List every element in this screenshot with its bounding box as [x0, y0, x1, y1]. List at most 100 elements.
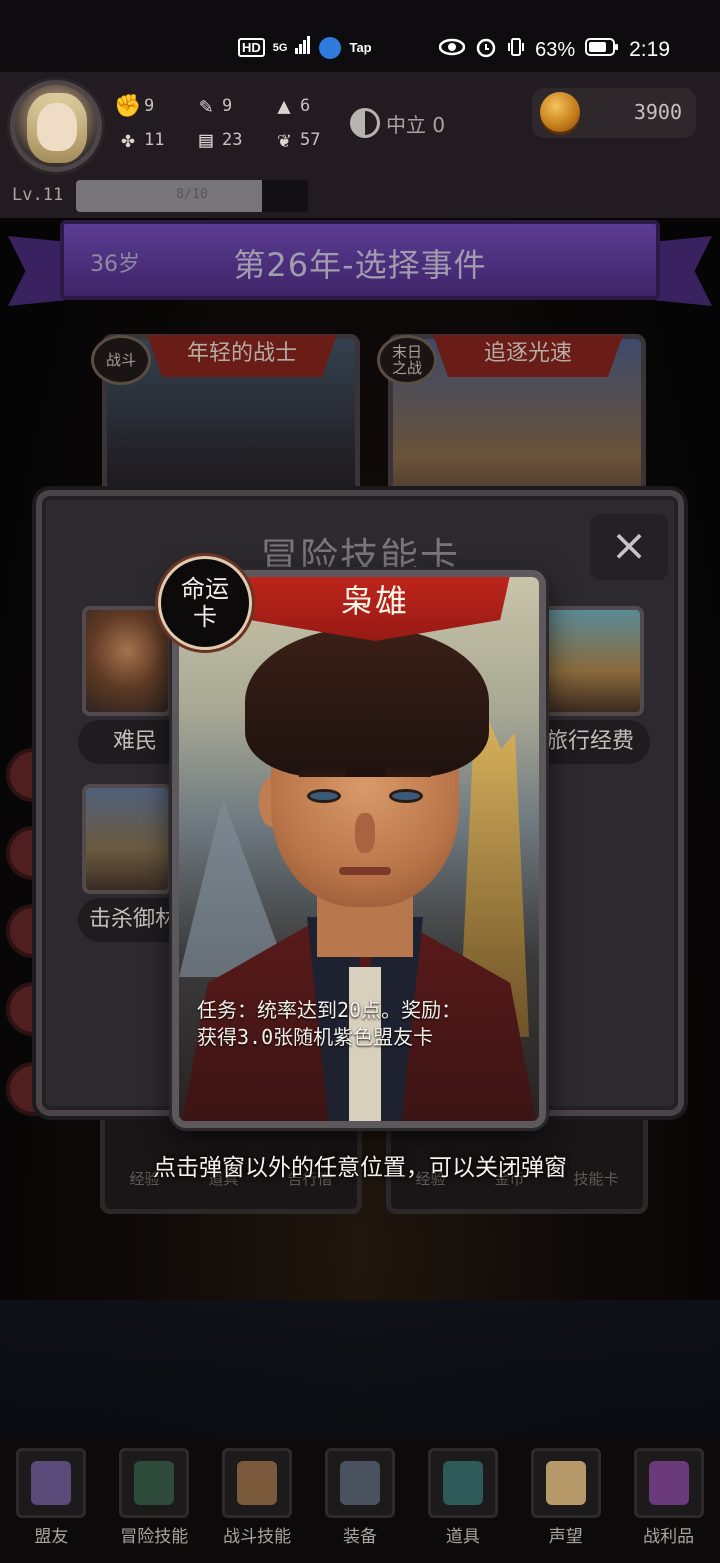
- yin-yang-icon: [350, 108, 380, 138]
- year-banner: 36岁 第26年-选择事件: [60, 220, 660, 300]
- nav-label: 战利品: [643, 1527, 695, 1547]
- nav-label: 道具: [445, 1527, 480, 1547]
- stat-strength-value: 9: [144, 96, 155, 116]
- nav-label: 冒险技能: [120, 1527, 189, 1547]
- stat-agility: ✎ 9: [194, 93, 233, 119]
- banner-icon: ▤: [199, 127, 213, 153]
- clover-icon: ✤: [121, 127, 135, 153]
- skill-card-thumb[interactable]: [82, 784, 172, 894]
- icon-shape: [31, 1461, 72, 1505]
- status-bar: HD 5G Tap 63% 2:19: [0, 0, 720, 72]
- event-card-1-title: 年轻的战士: [186, 341, 297, 366]
- close-button[interactable]: ×: [590, 514, 668, 580]
- book-icon: [119, 1448, 190, 1518]
- stat-charm: ❦ 57: [272, 127, 321, 153]
- event-card-1-tag: 战斗: [91, 335, 151, 385]
- stat-command: ▤ 23: [194, 127, 243, 153]
- fist-icon: ✊: [114, 93, 142, 119]
- gold-coin-icon: [540, 92, 580, 132]
- portrait-eye: [307, 789, 341, 803]
- skill-card-thumb[interactable]: [82, 606, 172, 716]
- icon-shape: [237, 1461, 278, 1505]
- clock: 2:19: [629, 38, 670, 61]
- stat-strength: ✊ 9: [114, 93, 155, 119]
- close-hint: 点击弹窗以外的任意位置，可以关闭弹窗: [153, 1155, 567, 1181]
- nav-label: 战斗技能: [223, 1527, 292, 1547]
- alarm-icon: [475, 36, 497, 64]
- alignment-indicator: 中立 0: [350, 108, 445, 138]
- feather-icon: ✎: [199, 93, 213, 119]
- potion-bag-icon: [427, 1448, 498, 1518]
- fate-card-badge-text: 命运卡: [181, 575, 229, 631]
- fate-card-description-line: 任务：统率达到20点。奖励：: [197, 998, 462, 1022]
- event-card-2-title: 追逐光速: [483, 341, 572, 366]
- player-avatar[interactable]: [10, 80, 102, 172]
- stat-magic: ▲ 6: [272, 93, 311, 119]
- portrait-hair: [245, 627, 489, 777]
- treasure-chest-icon: [633, 1448, 704, 1518]
- scroll-icon: [530, 1448, 601, 1518]
- tap-app-icon: [319, 36, 342, 59]
- skill-card-thumb[interactable]: [542, 606, 644, 716]
- nav-label: 装备: [343, 1527, 377, 1547]
- event-card-2-ribbon: 追逐光速: [433, 335, 623, 377]
- signal-5g-label: 5G: [272, 41, 288, 54]
- nav-item-loot[interactable]: 战利品: [617, 1440, 720, 1563]
- alignment-value: 中立 0: [386, 112, 446, 137]
- nav-label: 盟友: [34, 1527, 69, 1547]
- bottom-nav: 盟友 冒险技能 战斗技能 装备 道具 声望 战利品: [0, 1440, 720, 1563]
- portrait-brow: [299, 769, 345, 777]
- avatar-face: [37, 103, 77, 151]
- bag-icon: [222, 1448, 293, 1518]
- tap-label: Tap: [349, 40, 372, 55]
- nav-item-reputation[interactable]: 声望: [514, 1440, 617, 1563]
- icon-shape: [545, 1461, 586, 1505]
- eye-icon: [438, 38, 466, 62]
- year-title: 第26年-选择事件: [233, 246, 487, 284]
- nav-item-allies[interactable]: 盟友: [0, 1440, 103, 1563]
- player-level: Lv.11: [12, 185, 64, 205]
- event-card-1-ribbon: 年轻的战士: [147, 335, 337, 377]
- stat-magic-value: 6: [300, 96, 311, 116]
- nav-item-equipment[interactable]: 装备: [309, 1440, 412, 1563]
- stat-agility-value: 9: [222, 96, 233, 116]
- nav-item-items[interactable]: 道具: [411, 1440, 514, 1563]
- portrait-brow: [385, 769, 431, 777]
- fate-card-name: 枭雄: [340, 582, 409, 620]
- stat-luck: ✤ 11: [116, 127, 165, 153]
- fate-card-description: 任务：统率达到20点。奖励： 获得3.0张随机紫色盟友卡: [197, 997, 525, 1051]
- icon-shape: [648, 1461, 689, 1505]
- fate-card-badge: 命运卡: [158, 556, 252, 650]
- nav-item-adventure-skills[interactable]: 冒险技能: [103, 1440, 206, 1563]
- gold-amount: 3900: [633, 100, 682, 124]
- event-card-2-tag: 末日之战: [377, 335, 437, 385]
- wings-icon: ❦: [277, 127, 291, 153]
- nav-item-combat-skills[interactable]: 战斗技能: [206, 1440, 309, 1563]
- portrait-nose: [355, 813, 375, 853]
- portrait-mouth: [339, 867, 391, 875]
- stat-charm-value: 57: [300, 130, 321, 150]
- icon-shape: [134, 1461, 175, 1505]
- nav-label: 声望: [548, 1527, 583, 1547]
- wizard-hat-icon: ▲: [277, 93, 291, 119]
- skill-card-label: 旅行经费: [530, 720, 650, 764]
- stat-luck-value: 11: [144, 130, 165, 150]
- hd-indicator: HD: [238, 38, 265, 57]
- fate-card-description-line: 获得3.0张随机紫色盟友卡: [197, 1025, 434, 1049]
- xp-progress-text: 8/10: [176, 187, 208, 202]
- fate-card[interactable]: 枭雄 任务：统率达到20点。奖励： 获得3.0张随机紫色盟友卡: [172, 570, 546, 1128]
- portrait-eye: [389, 789, 423, 803]
- battery-icon: [585, 37, 619, 63]
- crossed-swords-icon: [325, 1448, 395, 1518]
- signal-bars-icon: [295, 36, 311, 59]
- status-right: 63% 2:19: [438, 36, 670, 64]
- icon-shape: [442, 1461, 483, 1505]
- battery-percent: 63%: [535, 38, 576, 61]
- icon-shape: [340, 1461, 380, 1505]
- xp-progress-bar: 8/10: [76, 180, 308, 212]
- gold-counter[interactable]: 3900: [532, 88, 696, 138]
- stat-command-value: 23: [222, 130, 243, 150]
- handshake-icon: [16, 1448, 87, 1518]
- status-left: HD 5G Tap: [238, 36, 372, 59]
- vibrate-icon: [507, 37, 525, 63]
